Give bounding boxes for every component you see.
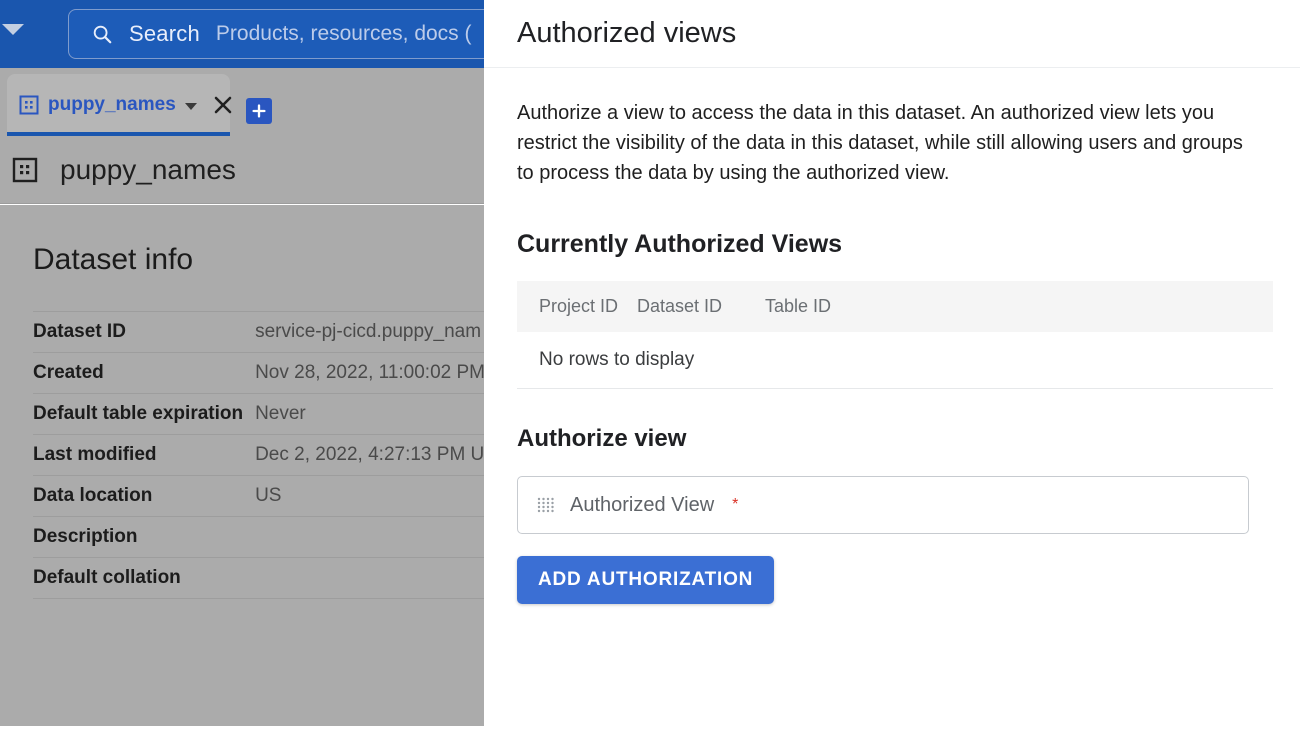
search-bar[interactable]: Search Products, resources, docs (	[68, 9, 484, 59]
chevron-down-icon[interactable]	[184, 103, 197, 110]
table-row: Data location US	[33, 475, 484, 517]
info-value: Never	[255, 403, 306, 424]
tab-label: puppy_names	[48, 94, 176, 115]
empty-state-message: No rows to display	[517, 332, 1273, 389]
panel-body: Authorize a view to access the data in t…	[484, 98, 1300, 604]
table-header-row: Project ID Dataset ID Table ID	[517, 281, 1273, 332]
info-value	[255, 558, 484, 599]
panel-header: Authorized views	[484, 0, 1300, 68]
table-row-empty: No rows to display	[517, 332, 1273, 389]
table-row: Dataset ID service-pj-cicd.puppy_nam	[33, 311, 484, 353]
info-key: Default table expiration	[33, 403, 244, 424]
page-title: puppy_names	[60, 153, 236, 185]
table-row: Default table expiration Never	[33, 393, 484, 435]
authorized-view-placeholder: Authorized View	[570, 493, 715, 516]
info-value: Dec 2, 2022, 4:27:13 PM U	[255, 444, 484, 465]
info-value: US	[255, 485, 282, 506]
dataset-icon	[12, 157, 38, 183]
dot-grid-icon	[536, 495, 556, 515]
top-navigation-bar: Search Products, resources, docs (	[0, 0, 484, 68]
plus-icon	[250, 102, 268, 120]
background-application: Search Products, resources, docs ( puppy…	[0, 0, 484, 740]
column-header-project-id[interactable]: Project ID	[517, 281, 637, 332]
authorize-view-heading: Authorize view	[517, 425, 687, 452]
table-row: Created Nov 28, 2022, 11:00:02 PM	[33, 352, 484, 394]
info-key: Description	[33, 526, 138, 547]
column-header-table-id[interactable]: Table ID	[765, 281, 1273, 332]
dataset-info-heading: Dataset info	[33, 243, 194, 276]
table-row: Default collation	[33, 557, 484, 599]
info-key: Created	[33, 362, 104, 383]
dataset-info-table: Dataset ID service-pj-cicd.puppy_nam Cre…	[33, 311, 484, 599]
info-key: Dataset ID	[33, 321, 126, 342]
column-header-dataset-id[interactable]: Dataset ID	[637, 281, 765, 332]
screen-root: Search Products, resources, docs ( puppy…	[0, 0, 1300, 740]
page-header: puppy_names	[0, 136, 484, 204]
tab-puppy-names[interactable]: puppy_names	[7, 74, 232, 136]
table-row: Last modified Dec 2, 2022, 4:27:13 PM U	[33, 434, 484, 476]
info-value: service-pj-cicd.puppy_nam	[255, 321, 482, 342]
search-icon	[91, 23, 113, 45]
current-views-heading: Currently Authorized Views	[517, 230, 843, 258]
close-icon[interactable]	[212, 94, 234, 116]
authorized-views-table: Project ID Dataset ID Table ID No rows t…	[517, 281, 1273, 389]
info-key: Data location	[33, 485, 153, 506]
add-authorization-button[interactable]: ADD AUTHORIZATION	[517, 556, 775, 604]
required-marker: *	[732, 496, 739, 513]
authorized-views-panel: Authorized views Authorize a view to acc…	[484, 0, 1300, 740]
table-row: Description	[33, 516, 484, 558]
search-label: Search	[129, 21, 200, 46]
authorized-view-input[interactable]: Authorized View *	[517, 476, 1249, 534]
dataset-icon	[19, 95, 39, 115]
panel-title: Authorized views	[517, 17, 737, 49]
info-key: Last modified	[33, 444, 157, 465]
info-value	[255, 517, 484, 558]
panel-description: Authorize a view to access the data in t…	[517, 102, 1243, 184]
dataset-info-panel: Dataset info Dataset ID service-pj-cicd.…	[0, 205, 484, 726]
add-tab-button[interactable]	[246, 98, 272, 124]
info-value: Nov 28, 2022, 11:00:02 PM	[255, 362, 484, 383]
info-key: Default collation	[33, 567, 181, 588]
chevron-down-icon[interactable]	[2, 24, 24, 35]
search-placeholder: Products, resources, docs (	[215, 22, 472, 45]
tab-strip: puppy_names	[0, 68, 484, 136]
